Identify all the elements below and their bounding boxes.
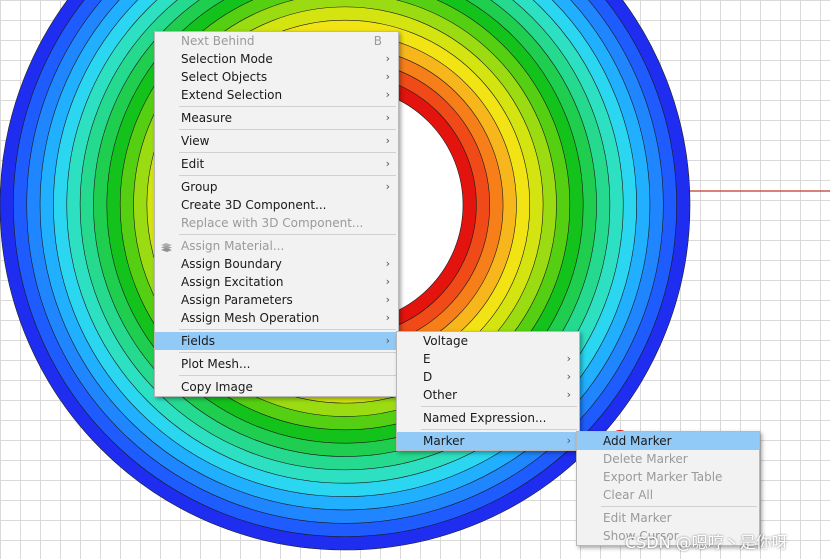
- context-menu: Next Behind B Selection Mode › Select Object…: [154, 31, 399, 397]
- marker-item-clear-all[interactable]: Clear All: [577, 486, 759, 504]
- menu-item-label: Marker: [423, 434, 465, 448]
- chevron-right-icon: ›: [385, 111, 390, 124]
- chevron-right-icon: ›: [385, 275, 390, 288]
- menu-item-label: Selection Mode: [181, 52, 273, 66]
- menu-item-label: Assign Mesh Operation: [181, 311, 320, 325]
- menu-item-select-objects[interactable]: Select Objects ›: [155, 68, 398, 86]
- menu-item-label: Edit Marker: [603, 511, 672, 525]
- menu-item-label: Next Behind: [181, 34, 255, 48]
- fields-item-d[interactable]: D ›: [397, 368, 579, 386]
- chevron-right-icon: ›: [385, 293, 390, 306]
- menu-item-label: Clear All: [603, 488, 654, 502]
- menu-item-label: Replace with 3D Component...: [181, 216, 364, 230]
- menu-item-plot-mesh[interactable]: Plot Mesh...: [155, 355, 398, 373]
- marker-item-edit-marker[interactable]: Edit Marker: [577, 509, 759, 527]
- chevron-right-icon: ›: [385, 311, 390, 324]
- watermark: CSDN @嗯哼丶是你呀: [625, 533, 788, 552]
- menu-separator: [421, 429, 577, 430]
- fields-item-e[interactable]: E ›: [397, 350, 579, 368]
- chevron-right-icon: ›: [566, 352, 571, 365]
- menu-item-assign-parameters[interactable]: Assign Parameters ›: [155, 291, 398, 309]
- material-icon: [160, 240, 173, 252]
- menu-item-label: Create 3D Component...: [181, 198, 327, 212]
- menu-item-label: Extend Selection: [181, 88, 283, 102]
- menu-item-group[interactable]: Group ›: [155, 178, 398, 196]
- menu-item-label: Assign Parameters: [181, 293, 293, 307]
- menu-item-label: Named Expression...: [423, 411, 547, 425]
- fields-submenu: Voltage E › D › Other › Named Expression... Mark…: [396, 331, 580, 451]
- menu-item-selection-mode[interactable]: Selection Mode ›: [155, 50, 398, 68]
- menu-item-label: Select Objects: [181, 70, 268, 84]
- fields-item-marker[interactable]: Marker ›: [397, 432, 579, 450]
- menu-item-next-behind[interactable]: Next Behind B: [155, 32, 398, 50]
- menu-item-label: Voltage: [423, 334, 469, 348]
- menu-item-label: Assign Excitation: [181, 275, 284, 289]
- menu-item-view[interactable]: View ›: [155, 132, 398, 150]
- fields-item-named-expression[interactable]: Named Expression...: [397, 409, 579, 427]
- fields-item-other[interactable]: Other ›: [397, 386, 579, 404]
- menu-item-create-3d-component[interactable]: Create 3D Component...: [155, 196, 398, 214]
- chevron-right-icon: ›: [385, 257, 390, 270]
- menu-item-copy-image[interactable]: Copy Image: [155, 378, 398, 396]
- menu-item-assign-mesh-operation[interactable]: Assign Mesh Operation ›: [155, 309, 398, 327]
- menu-item-label: Other: [423, 388, 458, 402]
- chevron-right-icon: ›: [385, 334, 390, 347]
- chevron-right-icon: ›: [385, 134, 390, 147]
- menu-separator: [421, 406, 577, 407]
- menu-item-label: Edit: [181, 157, 205, 171]
- chevron-right-icon: ›: [566, 434, 571, 447]
- menu-item-shortcut: B: [373, 34, 382, 48]
- menu-separator: [179, 375, 396, 376]
- menu-item-label: E: [423, 352, 431, 366]
- chevron-right-icon: ›: [566, 370, 571, 383]
- menu-item-label: Plot Mesh...: [181, 357, 251, 371]
- menu-item-label: Copy Image: [181, 380, 253, 394]
- marker-item-export-marker-table[interactable]: Export Marker Table: [577, 468, 759, 486]
- marker-item-delete-marker[interactable]: Delete Marker: [577, 450, 759, 468]
- marker-item-add-marker[interactable]: Add Marker: [577, 432, 759, 450]
- menu-item-edit[interactable]: Edit ›: [155, 155, 398, 173]
- menu-separator: [179, 152, 396, 153]
- menu-separator: [179, 175, 396, 176]
- menu-item-label: Add Marker: [603, 434, 672, 448]
- menu-item-label: View: [181, 134, 210, 148]
- menu-item-replace-with-3d-component[interactable]: Replace with 3D Component...: [155, 214, 398, 232]
- menu-item-label: Export Marker Table: [603, 470, 723, 484]
- chevron-right-icon: ›: [385, 70, 390, 83]
- menu-item-fields[interactable]: Fields ›: [155, 332, 398, 350]
- menu-separator: [179, 106, 396, 107]
- menu-item-extend-selection[interactable]: Extend Selection ›: [155, 86, 398, 104]
- menu-item-label: Measure: [181, 111, 232, 125]
- menu-item-label: Group: [181, 180, 218, 194]
- menu-separator: [179, 329, 396, 330]
- chevron-right-icon: ›: [566, 388, 571, 401]
- menu-separator: [601, 506, 757, 507]
- menu-item-label: Assign Material...: [181, 239, 285, 253]
- menu-item-label: Delete Marker: [603, 452, 688, 466]
- menu-separator: [179, 352, 396, 353]
- menu-item-label: Fields: [181, 334, 215, 348]
- chevron-right-icon: ›: [385, 88, 390, 101]
- menu-item-assign-excitation[interactable]: Assign Excitation ›: [155, 273, 398, 291]
- menu-item-measure[interactable]: Measure ›: [155, 109, 398, 127]
- menu-item-label: Assign Boundary: [181, 257, 282, 271]
- chevron-right-icon: ›: [385, 52, 390, 65]
- menu-separator: [179, 129, 396, 130]
- menu-separator: [179, 234, 396, 235]
- menu-item-assign-boundary[interactable]: Assign Boundary ›: [155, 255, 398, 273]
- chevron-right-icon: ›: [385, 180, 390, 193]
- fields-item-voltage[interactable]: Voltage: [397, 332, 579, 350]
- chevron-right-icon: ›: [385, 157, 390, 170]
- menu-item-assign-material[interactable]: Assign Material...: [155, 237, 398, 255]
- menu-item-label: D: [423, 370, 433, 384]
